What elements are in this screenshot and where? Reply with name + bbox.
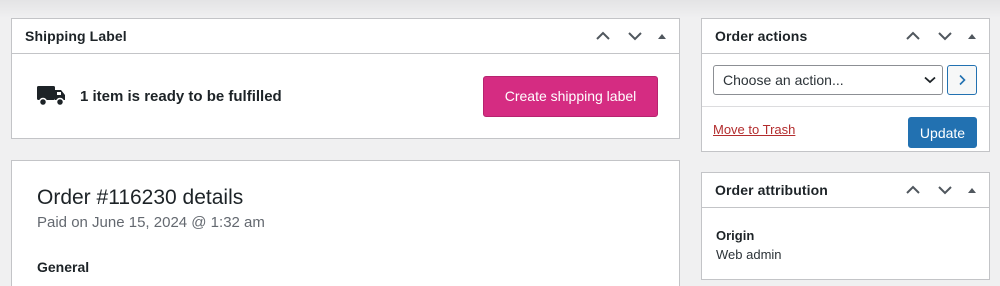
chevron-down-icon	[628, 32, 642, 41]
top-shadow	[0, 0, 1000, 18]
create-shipping-label-button[interactable]: Create shipping label	[483, 75, 658, 117]
panel-controls	[897, 176, 983, 204]
apply-action-button[interactable]	[947, 65, 977, 95]
chevron-up-icon	[596, 31, 610, 40]
chevron-right-icon	[959, 74, 966, 86]
shipping-label-title: Shipping Label	[25, 28, 127, 44]
order-attribution-title: Order attribution	[715, 182, 828, 198]
move-to-trash-link[interactable]: Move to Trash	[713, 122, 795, 137]
chevron-down-icon	[938, 32, 952, 41]
actions-footer: Move to Trash Update	[702, 107, 989, 148]
move-up-button[interactable]	[587, 22, 619, 50]
order-action-select[interactable]: Choose an action...	[713, 65, 944, 95]
move-down-button[interactable]	[929, 176, 961, 204]
order-attribution-header: Order attribution	[702, 173, 989, 208]
selected-action: Choose an action...	[723, 72, 844, 88]
panel-controls	[587, 22, 673, 50]
order-actions-panel: Order actions Choose an action... Move t…	[701, 18, 990, 152]
truck-icon	[37, 86, 65, 107]
triangle-up-icon	[658, 33, 666, 39]
move-down-button[interactable]	[619, 22, 651, 50]
shipping-label-panel: Shipping Label 1 item is ready to be ful…	[11, 18, 680, 139]
order-title: Order #116230 details	[37, 186, 244, 209]
order-attribution-body: Origin Web admin	[702, 208, 989, 262]
order-attribution-panel: Order attribution Origin Web admin	[701, 172, 990, 280]
action-select-row: Choose an action...	[702, 54, 989, 95]
update-button[interactable]: Update	[908, 117, 977, 148]
origin-value: Web admin	[716, 247, 782, 262]
chevron-up-icon	[906, 185, 920, 194]
chevron-up-icon	[906, 31, 920, 40]
general-section-heading: General	[37, 259, 90, 275]
move-up-button[interactable]	[897, 22, 929, 50]
shipping-label-body: 1 item is ready to be fulfilled Create s…	[12, 54, 679, 138]
origin-label: Origin	[716, 228, 755, 243]
triangle-up-icon	[968, 187, 976, 193]
chevron-down-icon	[938, 186, 952, 195]
toggle-panel-button[interactable]	[961, 22, 983, 50]
triangle-up-icon	[968, 33, 976, 39]
panel-controls	[897, 22, 983, 50]
toggle-panel-button[interactable]	[961, 176, 983, 204]
fulfillment-message: 1 item is ready to be fulfilled	[80, 87, 282, 105]
move-down-button[interactable]	[929, 22, 961, 50]
paid-on-text: Paid on June 15, 2024 @ 1:32 am	[37, 214, 265, 231]
chevron-down-icon	[924, 76, 936, 84]
order-actions-title: Order actions	[715, 28, 808, 44]
shipping-label-header: Shipping Label	[12, 19, 679, 54]
toggle-panel-button[interactable]	[651, 22, 673, 50]
move-up-button[interactable]	[897, 176, 929, 204]
order-actions-header: Order actions	[702, 19, 989, 54]
order-details-panel: Order #116230 details Paid on June 15, 2…	[11, 160, 680, 286]
